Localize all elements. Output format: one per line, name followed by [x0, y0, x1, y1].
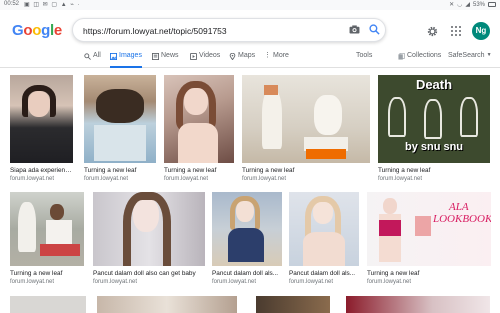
more-vert-icon: ⋮	[264, 52, 271, 59]
result-title: Siapa ada experienc...	[10, 167, 73, 174]
result-image[interactable]	[212, 192, 282, 266]
result-source: forum.lowyat.net	[10, 176, 55, 182]
result-tile[interactable]: Turning a new leaf forum.lowyat.net	[84, 75, 156, 185]
result-tile[interactable]: Pancut dalam doll als... forum.lowyat.ne…	[212, 192, 282, 288]
result-tile[interactable]: Siapa ada experienc... forum.lowyat.net	[10, 75, 73, 185]
wifi-icon: ◡	[457, 2, 463, 8]
result-tile[interactable]	[346, 296, 490, 313]
battery-icon	[488, 2, 496, 7]
google-logo[interactable]: Google	[12, 22, 62, 39]
result-image[interactable]	[256, 296, 330, 313]
result-tile[interactable]: Pancut dalam doll als... forum.lowyat.ne…	[289, 192, 359, 288]
result-title: Turning a new leaf	[84, 167, 137, 174]
result-image[interactable]	[84, 75, 156, 163]
tools-button[interactable]: Tools	[356, 52, 372, 68]
result-image[interactable]	[10, 75, 73, 163]
avatar[interactable]: Ng	[472, 22, 490, 40]
result-source: forum.lowyat.net	[93, 279, 138, 285]
result-image[interactable]	[242, 75, 370, 163]
result-source: forum.lowyat.net	[289, 279, 334, 285]
chevron-down-icon: ▼	[486, 52, 492, 58]
search-icon[interactable]	[369, 24, 380, 35]
result-image[interactable]	[10, 192, 84, 266]
result-tile[interactable]	[10, 296, 86, 313]
result-title: Turning a new leaf	[164, 167, 217, 174]
collections-button[interactable]: Collections	[398, 52, 441, 68]
image-icon	[110, 53, 117, 60]
search-tabs: All Images News Videos Maps ⋮ More Tools…	[0, 50, 500, 68]
result-tile[interactable]: ALA LOOKBOOK Turning a new leaf forum.lo…	[367, 192, 491, 288]
safesearch-button[interactable]: SafeSearch ▼	[448, 52, 492, 68]
status-right: ✕ ◡ ◢ 53%	[449, 1, 496, 8]
result-title: Turning a new leaf	[378, 167, 431, 174]
tab-videos[interactable]: Videos	[190, 52, 220, 68]
result-tile[interactable]: Turning a new leaf forum.lowyat.net	[10, 192, 84, 288]
tab-maps[interactable]: Maps	[229, 52, 255, 68]
result-image[interactable]: Death by snu snu	[378, 75, 490, 163]
result-tile[interactable]: Death by snu snu Turning a new leaf foru…	[378, 75, 490, 185]
result-title: Pancut dalam doll als...	[289, 270, 356, 277]
signal-icon: ◢	[465, 2, 470, 8]
result-image[interactable]	[93, 192, 205, 266]
result-source: forum.lowyat.net	[367, 279, 412, 285]
result-image[interactable]: ALA LOOKBOOK	[367, 192, 491, 266]
search-small-icon	[84, 53, 91, 60]
result-title: Pancut dalam doll also can get baby	[93, 270, 196, 277]
result-image[interactable]	[10, 296, 86, 313]
camera-icon[interactable]	[349, 25, 360, 34]
bookmark-icon	[398, 53, 405, 60]
battery-percent: 53%	[472, 1, 485, 8]
tab-more[interactable]: ⋮ More	[264, 52, 289, 68]
result-image[interactable]	[346, 296, 490, 313]
result-source: forum.lowyat.net	[164, 176, 209, 182]
result-title: Turning a new leaf	[367, 270, 420, 277]
mute-icon: ✕	[449, 2, 455, 8]
result-source: forum.lowyat.net	[10, 279, 55, 285]
notification-icons: ▣ ◫ ✉ ▢ ▲ ⌁ ·	[24, 2, 81, 8]
result-title: Turning a new leaf	[242, 167, 295, 174]
result-title: Turning a new leaf	[10, 270, 63, 277]
result-image[interactable]	[97, 296, 237, 313]
result-image[interactable]	[164, 75, 234, 163]
result-source: forum.lowyat.net	[242, 176, 287, 182]
result-tile[interactable]: Pancut dalam doll also can get baby foru…	[93, 192, 205, 288]
result-image[interactable]	[289, 192, 359, 266]
play-icon	[190, 53, 197, 60]
news-icon	[152, 53, 159, 60]
gear-icon[interactable]	[427, 26, 438, 37]
tab-all[interactable]: All	[84, 52, 101, 68]
result-tile[interactable]: Turning a new leaf forum.lowyat.net	[164, 75, 234, 185]
tab-images[interactable]: Images	[110, 52, 142, 68]
result-source: forum.lowyat.net	[212, 279, 257, 285]
search-box	[72, 18, 386, 42]
result-source: forum.lowyat.net	[378, 176, 423, 182]
status-bar: 00:52 ▣ ◫ ✉ ▢ ▲ ⌁ · ✕ ◡ ◢ 53%	[0, 0, 500, 10]
search-input[interactable]	[83, 23, 333, 38]
tab-news[interactable]: News	[152, 52, 179, 68]
result-tile[interactable]: Turning a new leaf forum.lowyat.net	[242, 75, 370, 185]
result-title: Pancut dalam doll als...	[212, 270, 279, 277]
result-source: forum.lowyat.net	[84, 176, 129, 182]
status-time: 00:52	[4, 1, 20, 7]
result-tile[interactable]	[97, 296, 237, 313]
result-tile[interactable]	[256, 296, 330, 313]
apps-grid-icon[interactable]	[451, 26, 461, 36]
search-header: Google Ng All Images News	[0, 10, 500, 68]
map-pin-icon	[229, 53, 236, 60]
